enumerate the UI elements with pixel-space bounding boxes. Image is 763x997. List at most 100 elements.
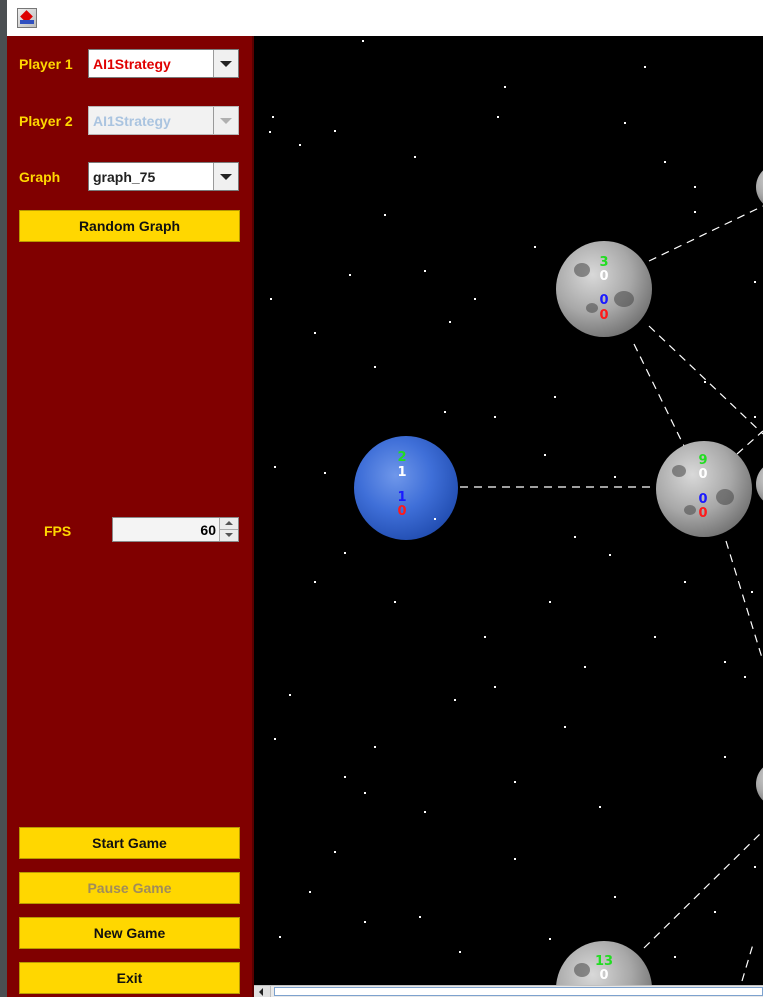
- star: [609, 554, 611, 556]
- edge: [633, 343, 685, 447]
- planet-stat-red: 0: [698, 506, 708, 521]
- star: [564, 726, 566, 728]
- star: [554, 396, 556, 398]
- star: [414, 156, 416, 158]
- star: [334, 130, 336, 132]
- planet-stat-white: 1: [397, 465, 407, 480]
- star: [644, 66, 646, 68]
- start-game-button[interactable]: Start Game: [19, 827, 240, 859]
- star: [549, 601, 551, 603]
- star: [514, 781, 516, 783]
- edge: [725, 540, 763, 662]
- star: [754, 281, 756, 283]
- star: [514, 858, 516, 860]
- player2-select[interactable]: AI1Strategy: [88, 106, 239, 135]
- player2-label: Player 2: [19, 113, 73, 129]
- star: [704, 381, 706, 383]
- graph-select[interactable]: graph_75: [88, 162, 239, 191]
- star: [334, 851, 336, 853]
- chevron-down-icon[interactable]: [213, 50, 238, 77]
- star: [724, 661, 726, 663]
- star: [694, 211, 696, 213]
- star: [362, 40, 364, 42]
- star: [599, 806, 601, 808]
- game-canvas[interactable]: 3 0 0 0 2 1 1 0 9 0 0 0 13 0: [254, 36, 763, 985]
- player1-select[interactable]: AI1Strategy: [88, 49, 239, 78]
- star: [364, 792, 366, 794]
- star: [724, 756, 726, 758]
- planet-stat-blue: 1: [397, 490, 407, 505]
- star: [344, 776, 346, 778]
- edge: [741, 940, 755, 982]
- chevron-down-icon[interactable]: [213, 107, 238, 134]
- edge: [648, 325, 763, 435]
- star: [694, 186, 696, 188]
- new-game-button[interactable]: New Game: [19, 917, 240, 949]
- star: [314, 332, 316, 334]
- random-graph-button[interactable]: Random Graph: [19, 210, 240, 242]
- star: [549, 938, 551, 940]
- spinner-down-icon[interactable]: [219, 530, 238, 541]
- star: [574, 536, 576, 538]
- star: [449, 321, 451, 323]
- star: [272, 116, 274, 118]
- star: [434, 518, 436, 520]
- star: [754, 866, 756, 868]
- planet-stat-red: 0: [599, 308, 609, 323]
- player1-label: Player 1: [19, 56, 73, 72]
- pause-game-button[interactable]: Pause Game: [19, 872, 240, 904]
- star: [614, 476, 616, 478]
- star: [751, 591, 753, 593]
- player2-value: AI1Strategy: [93, 113, 171, 129]
- star: [270, 298, 272, 300]
- star: [324, 472, 326, 474]
- star: [424, 811, 426, 813]
- scrollbar-thumb[interactable]: [274, 987, 763, 996]
- fps-spinner[interactable]: 60: [112, 517, 239, 542]
- window-titlebar: [7, 0, 763, 36]
- chevron-down-icon[interactable]: [213, 163, 238, 190]
- star: [614, 896, 616, 898]
- app-icon: [17, 8, 37, 28]
- star: [454, 699, 456, 701]
- planet-stat-white: 0: [599, 968, 609, 983]
- star: [269, 131, 271, 133]
- star: [664, 161, 666, 163]
- moon-planet[interactable]: 3 0 0 0: [556, 241, 652, 337]
- moon-planet[interactable]: 9 0 0 0: [656, 441, 752, 537]
- planet-stat-green: 13: [594, 954, 614, 969]
- star: [374, 746, 376, 748]
- star: [674, 956, 676, 958]
- star: [314, 581, 316, 583]
- star: [684, 581, 686, 583]
- spinner-up-icon[interactable]: [219, 518, 238, 530]
- star: [364, 921, 366, 923]
- star: [394, 601, 396, 603]
- star: [654, 636, 656, 638]
- horizontal-scrollbar[interactable]: [254, 985, 763, 997]
- exit-button[interactable]: Exit: [19, 962, 240, 994]
- fps-label: FPS: [44, 523, 72, 539]
- star: [424, 270, 426, 272]
- star: [624, 122, 626, 124]
- neptune-planet[interactable]: 2 1 1 0: [354, 436, 458, 540]
- star: [474, 298, 476, 300]
- star: [309, 891, 311, 893]
- chevron-left-icon[interactable]: [254, 986, 271, 997]
- star: [544, 454, 546, 456]
- star: [274, 738, 276, 740]
- fps-value: 60: [200, 522, 216, 538]
- control-panel: Player 1 AI1Strategy Player 2 AI1Strateg…: [7, 36, 254, 997]
- planet-stat-blue: 0: [599, 293, 609, 308]
- planet-stat-red: 0: [397, 504, 407, 519]
- player1-value: AI1Strategy: [93, 56, 171, 72]
- star: [384, 214, 386, 216]
- star: [349, 274, 351, 276]
- star: [494, 416, 496, 418]
- planet-stat-green: 3: [599, 255, 609, 270]
- planet-stat-white: 0: [698, 467, 708, 482]
- planet-stat-white: 0: [599, 269, 609, 284]
- star: [484, 636, 486, 638]
- star: [459, 951, 461, 953]
- edge: [643, 830, 763, 949]
